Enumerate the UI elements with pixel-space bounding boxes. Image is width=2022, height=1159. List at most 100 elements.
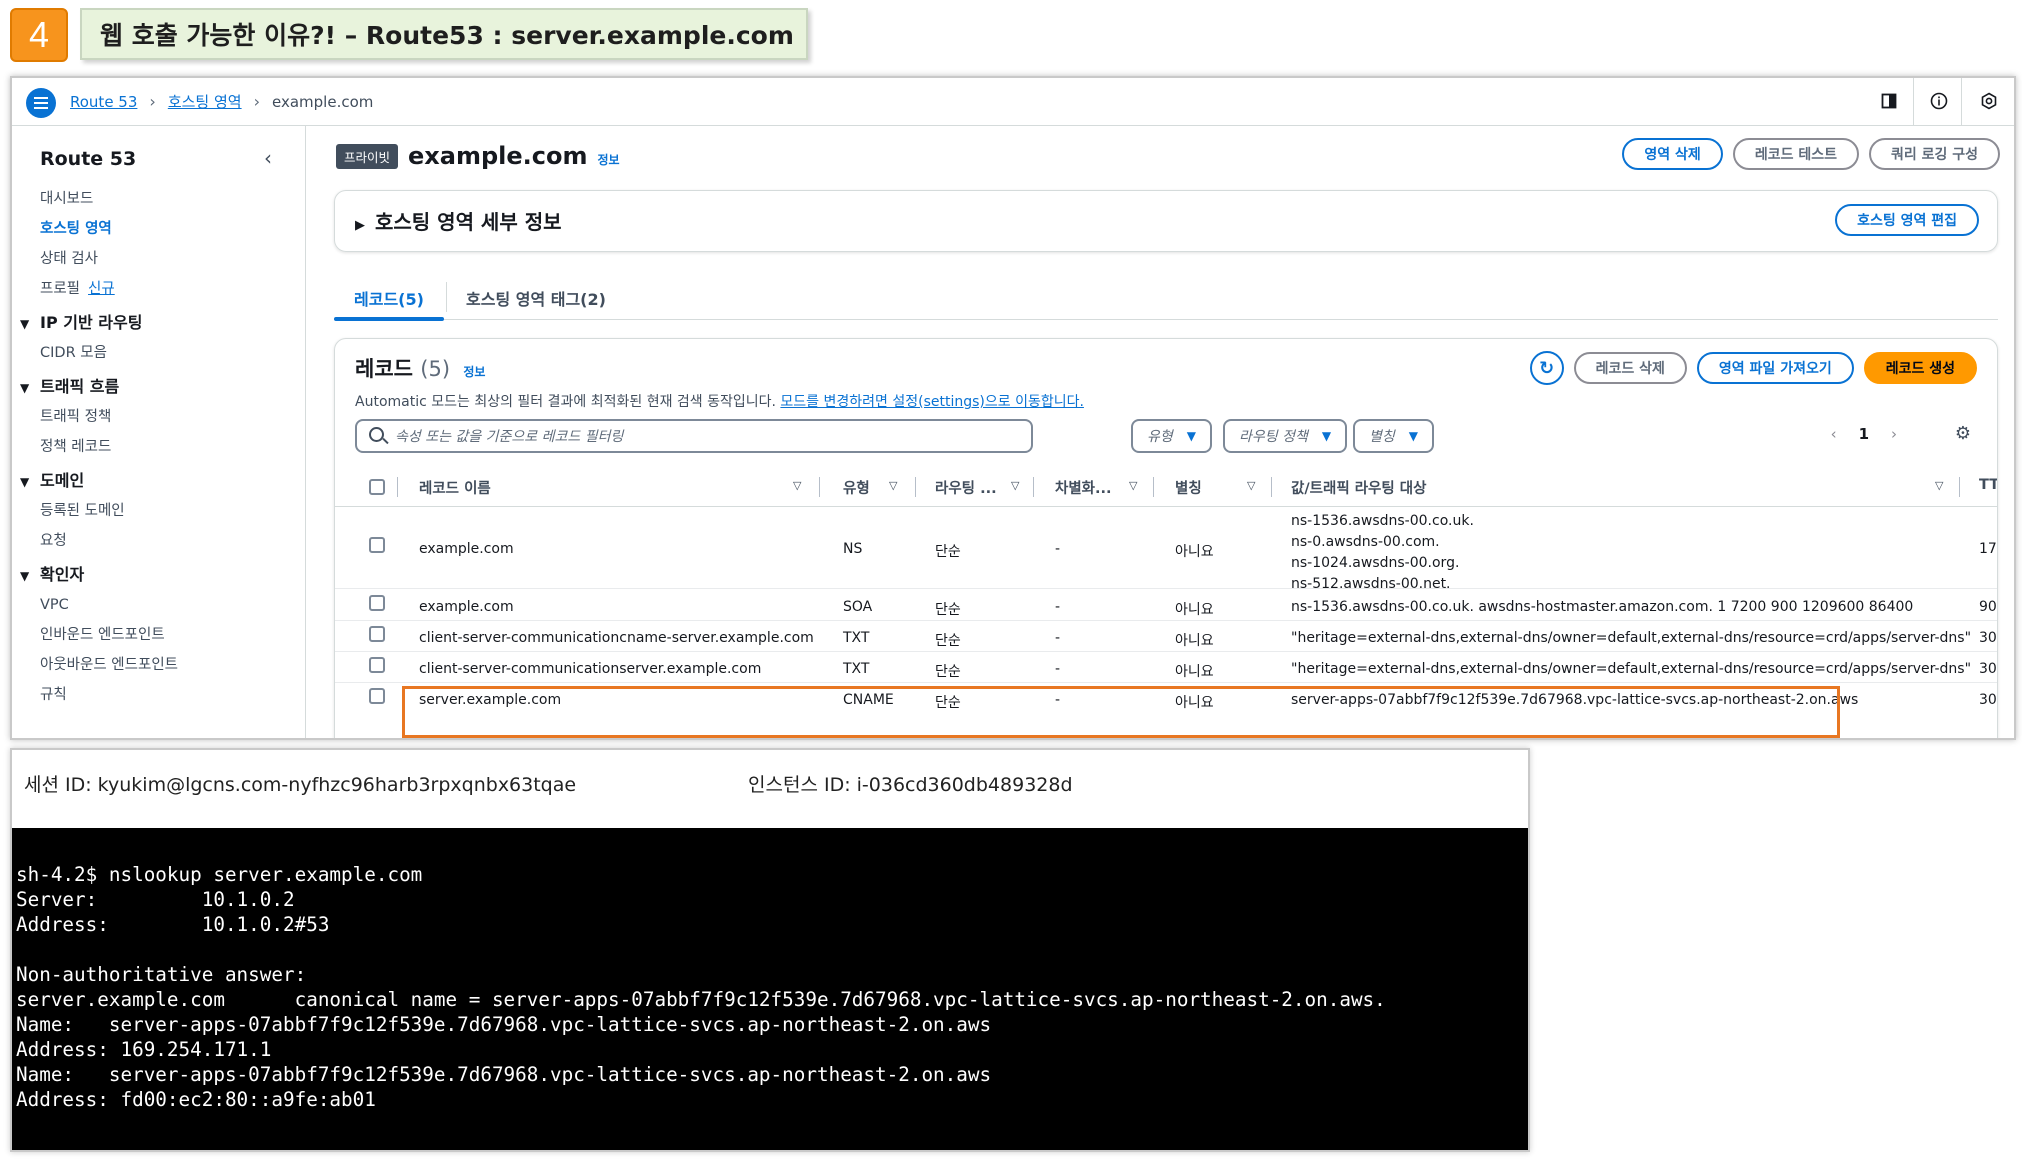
terminal-line: Name: server-apps-07abbf7f9c12f539e.7d67… [16,1013,992,1036]
table-row[interactable]: example.com NS 단순 - 아니요 ns-1536.awsdns-0… [335,509,1997,592]
record-routing: 단순 [935,544,961,560]
sidebar-item-policy-records[interactable]: 정책 레코드 [40,432,300,462]
row-checkbox[interactable] [369,688,385,704]
sidebar-item-vpc[interactable]: VPC [40,590,300,620]
record-filter-input[interactable]: 속성 또는 값을 기준으로 레코드 필터링 [355,419,1033,453]
breadcrumb-hosted-zones[interactable]: 호스팅 영역 [168,91,242,112]
records-info-link[interactable]: 정보 [463,365,485,379]
record-ttl: 30 [1979,692,1997,708]
column-alias[interactable]: 별칭 [1175,477,1202,498]
row-checkbox[interactable] [369,657,385,673]
sidebar-item-outbound-endpoints[interactable]: 아웃바운드 엔드포인트 [40,650,300,680]
refresh-icon[interactable]: ↻ [1529,351,1564,385]
current-page[interactable]: 1 [1859,425,1869,443]
next-page-icon[interactable]: › [1891,425,1897,443]
split-panel-icon[interactable] [1878,90,1900,112]
menu-icon[interactable] [26,88,56,118]
record-name[interactable]: client-server-communicationcname-server.… [419,630,814,646]
sidebar-item-traffic-policies[interactable]: 트래픽 정책 [40,402,300,432]
sidebar-item-requests[interactable]: 요청 [40,526,300,556]
sidebar-item-profiles[interactable]: 프로필 신규 [40,274,300,304]
record-value: ns-1536.awsdns-00.co.uk. [1291,513,1474,529]
table-row[interactable]: client-server-communicationserver.exampl… [335,653,1997,683]
tab-tags[interactable]: 호스팅 영역 태그(2) [466,286,606,310]
breadcrumb-route53[interactable]: Route 53 [70,93,137,111]
sort-icon[interactable]: ▽ [793,479,801,492]
sidebar-section-resolver[interactable]: ▼ 확인자 [20,556,300,590]
terminal-output[interactable]: sh-4.2$ nslookup server.example.com Serv… [12,828,1528,1150]
sidebar-item-cidr[interactable]: CIDR 모음 [40,338,300,368]
tab-records[interactable]: 레코드(5) [354,286,424,310]
sort-icon[interactable]: ▽ [1247,479,1255,492]
import-zone-file-button[interactable]: 영역 파일 가져오기 [1696,352,1854,384]
settings-link[interactable]: 모드를 변경하려면 설정(settings)으로 이동합니다. [780,394,1084,410]
sidebar-item-registered-domains[interactable]: 등록된 도메인 [40,496,300,526]
sidebar-section-domains[interactable]: ▼ 도메인 [20,462,300,496]
pagination: ‹ 1 › [1831,425,1897,443]
column-record-name[interactable]: 레코드 이름 [419,477,491,498]
sidebar-item-hosted-zones[interactable]: 호스팅 영역 [40,214,300,244]
row-checkbox[interactable] [369,626,385,642]
terminal-line: Name: server-apps-07abbf7f9c12f539e.7d67… [16,1063,992,1086]
sidebar-item-rules[interactable]: 규칙 [40,680,300,710]
collapse-sidebar-icon[interactable]: ‹ [264,146,272,170]
info-link[interactable]: 정보 [598,151,620,168]
records-description: Automatic 모드는 최상의 필터 결과에 최적화된 현재 검색 동작입니… [355,394,1084,410]
delete-zone-button[interactable]: 영역 삭제 [1622,138,1723,170]
terminal-line: Address: 169.254.171.1 [16,1038,272,1061]
row-checkbox[interactable] [369,595,385,611]
new-badge[interactable]: 신규 [88,281,115,297]
sidebar-item-dashboard[interactable]: 대시보드 [40,184,300,214]
tab-divider [446,282,447,312]
sort-icon[interactable]: ▽ [889,479,897,492]
hosted-zone-details-toggle[interactable]: ▶ 호스팅 영역 세부 정보 [355,206,562,235]
slide-title: 웹 호출 가능한 이유?! – Route53 : server.example… [80,8,808,60]
create-record-button[interactable]: 레코드 생성 [1863,352,1977,384]
type-dropdown[interactable]: 유형 ▼ [1131,419,1212,453]
column-type[interactable]: 유형 [843,477,870,498]
column-routing-policy[interactable]: 라우팅 ... [935,477,997,498]
record-value: ns-512.awsdns-00.net. [1291,576,1451,592]
records-title: 레코드 (5) 정보 [355,357,486,381]
prev-page-icon[interactable]: ‹ [1831,425,1837,443]
delete-record-button[interactable]: 레코드 삭제 [1573,352,1687,384]
record-alias: 아니요 [1175,664,1214,680]
record-alias: 아니요 [1175,544,1214,560]
record-name[interactable]: example.com [419,599,514,615]
row-checkbox[interactable] [369,537,385,553]
hosted-zone-details: ▶ 호스팅 영역 세부 정보 호스팅 영역 편집 [334,190,1998,252]
route53-console: Route 53 › 호스팅 영역 › example.com Route 53… [10,76,2016,740]
test-record-button[interactable]: 레코드 테스트 [1732,138,1859,170]
column-ttl[interactable]: TT [1979,477,1997,493]
record-alias: 아니요 [1175,602,1214,618]
private-badge: 프라이빗 [336,143,399,169]
step-number-badge: 4 [10,8,68,62]
column-divider [1271,477,1272,497]
sidebar-item-inbound-endpoints[interactable]: 인바운드 엔드포인트 [40,620,300,650]
record-name[interactable]: client-server-communicationserver.exampl… [419,661,761,677]
tab-active-indicator [334,317,444,321]
instance-id: 인스턴스 ID: i-036cd360db489328d [748,774,1073,796]
sidebar-section-traffic-flow[interactable]: ▼ 트래픽 흐름 [20,368,300,402]
sort-icon[interactable]: ▽ [1011,479,1019,492]
record-name[interactable]: example.com [419,541,514,557]
alias-dropdown[interactable]: 별칭 ▼ [1353,419,1434,453]
sidebar-section-ip-routing[interactable]: ▼ IP 기반 라우팅 [20,304,300,338]
caret-right-icon: ▶ [355,218,365,233]
sort-icon[interactable]: ▽ [1935,479,1943,492]
column-value[interactable]: 값/트래픽 라우팅 대상 [1291,477,1426,498]
table-row[interactable]: client-server-communicationcname-server.… [335,622,1997,652]
sidebar-item-health-checks[interactable]: 상태 검사 [40,244,300,274]
select-all-checkbox[interactable] [369,479,385,495]
table-settings-icon[interactable]: ⚙ [1955,423,1971,444]
caret-down-icon: ▼ [1321,429,1332,443]
routing-policy-dropdown[interactable]: 라우팅 정책 ▼ [1223,419,1348,453]
info-icon[interactable] [1928,90,1950,112]
sort-icon[interactable]: ▽ [1129,479,1137,492]
query-logging-button[interactable]: 쿼리 로깅 구성 [1868,138,2000,170]
edit-hosted-zone-button[interactable]: 호스팅 영역 편집 [1835,204,1979,236]
column-differentiator[interactable]: 차별화... [1055,477,1112,498]
settings-icon[interactable] [1978,90,2000,112]
table-row[interactable]: example.com SOA 단순 - 아니요 ns-1536.awsdns-… [335,591,1997,621]
sidebar-item-label: 프로필 [40,281,81,297]
